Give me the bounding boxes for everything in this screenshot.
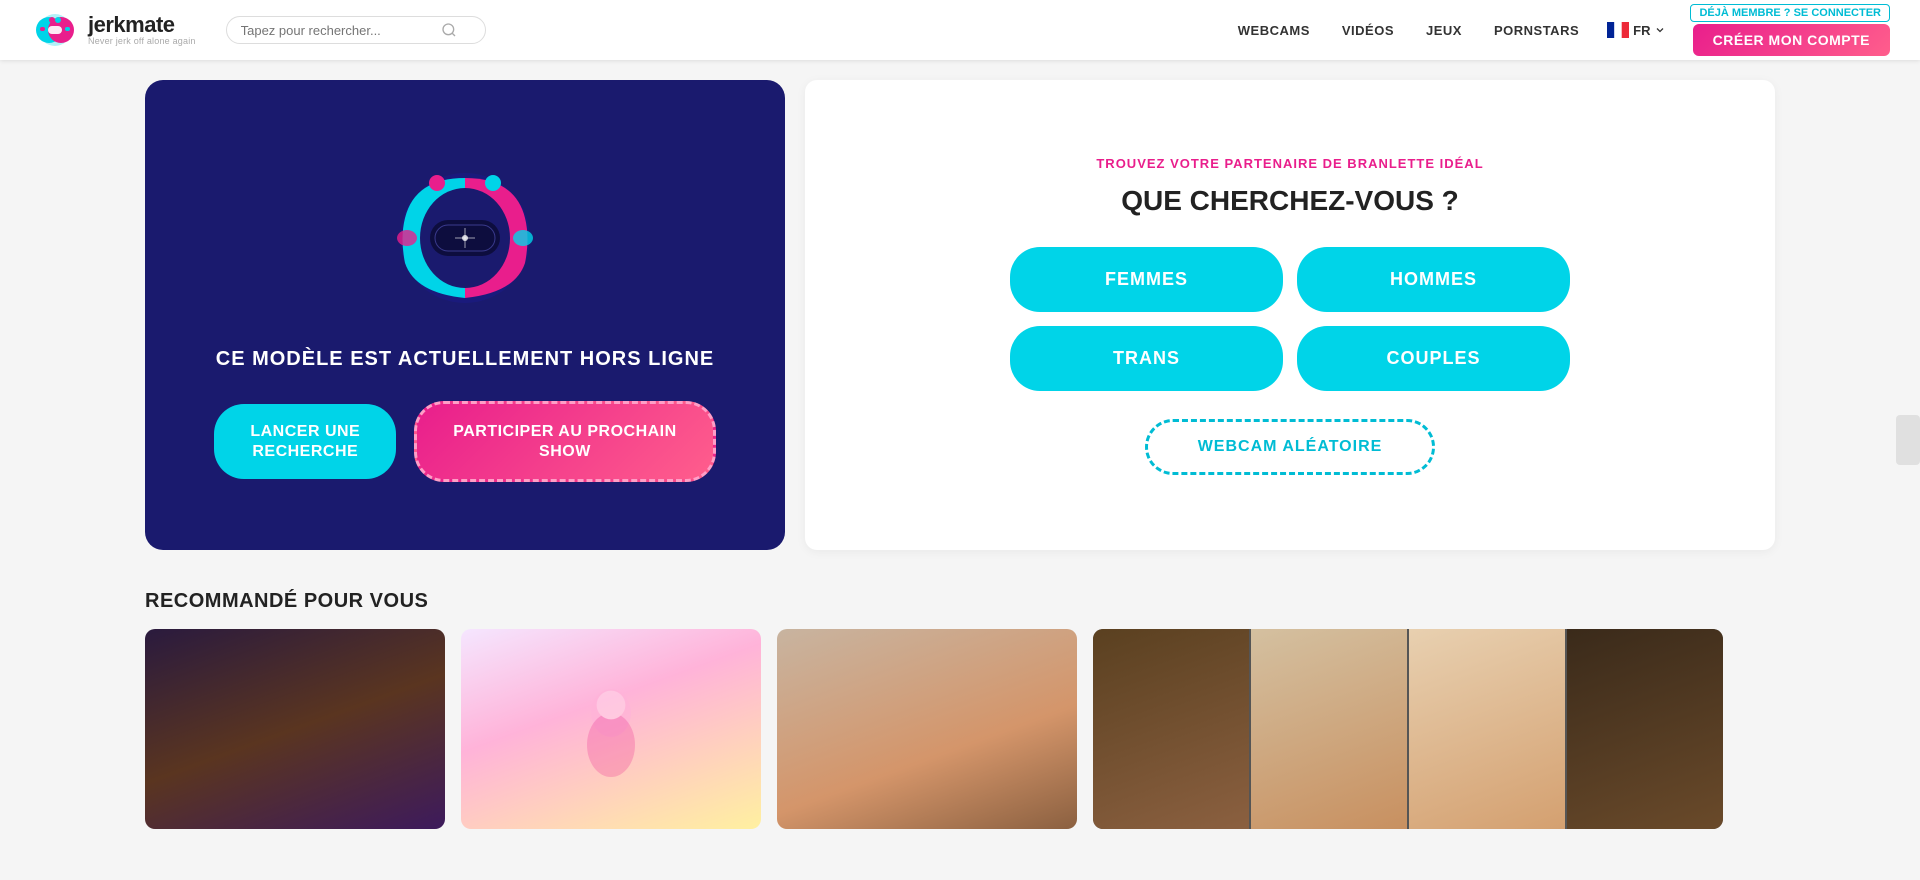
offline-message: CE MODÈLE EST ACTUELLEMENT HORS LIGNE: [216, 348, 715, 371]
hero-buttons: LANCER UNERECHERCHE PARTICIPER AU PROCHA…: [214, 401, 715, 481]
rec-card-1[interactable]: [145, 629, 445, 829]
login-link[interactable]: DÉJÀ MEMBRE ? SE CONNECTER: [1690, 4, 1890, 22]
search-input[interactable]: [241, 23, 441, 38]
rec-card-multi[interactable]: [1093, 629, 1723, 829]
hero-panel: CE MODÈLE EST ACTUELLEMENT HORS LIGNE LA…: [145, 80, 785, 550]
header: jerkmate Never jerk off alone again WEBC…: [0, 0, 1920, 60]
nav-jeux[interactable]: JEUX: [1426, 23, 1462, 38]
search-button[interactable]: LANCER UNERECHERCHE: [214, 404, 396, 478]
rec-card-2[interactable]: [461, 629, 761, 829]
main-content: CE MODÈLE EST ACTUELLEMENT HORS LIGNE LA…: [0, 60, 1920, 570]
recommended-grid: [145, 629, 1775, 829]
flag-icon: [1607, 22, 1629, 38]
category-couples[interactable]: COUPLES: [1297, 326, 1570, 391]
main-nav: WEBCAMS VIDÉOS JEUX PORNSTARS: [1238, 23, 1579, 38]
search-icon: [441, 22, 457, 38]
nav-pornstars[interactable]: PORNSTARS: [1494, 23, 1579, 38]
logo-subtitle: Never jerk off alone again: [88, 37, 196, 47]
find-label: TROUVEZ VOTRE PARTENAIRE DE BRANLETTE ID…: [1096, 156, 1483, 171]
recommended-title: RECOMMANDÉ POUR VOUS: [145, 590, 1775, 613]
chevron-down-icon: [1654, 24, 1666, 36]
question-label: QUE CHERCHEZ-VOUS ?: [1121, 185, 1459, 217]
logo: jerkmate Never jerk off alone again: [30, 12, 196, 48]
logo-icon: [30, 12, 80, 48]
search-bar[interactable]: [226, 16, 486, 44]
category-femmes[interactable]: FEMMES: [1010, 247, 1283, 312]
nav-videos[interactable]: VIDÉOS: [1342, 23, 1394, 38]
rec-card-3[interactable]: [777, 629, 1077, 829]
logo-title: jerkmate: [88, 13, 196, 37]
category-grid: FEMMES HOMMES TRANS COUPLES: [1010, 247, 1570, 391]
recommended-section: RECOMMANDÉ POUR VOUS: [0, 570, 1920, 829]
header-auth: DÉJÀ MEMBRE ? SE CONNECTER CRÉER MON COM…: [1690, 4, 1890, 56]
random-webcam-button[interactable]: WEBCAM ALÉATOIRE: [1145, 419, 1436, 475]
language-selector[interactable]: FR: [1607, 22, 1666, 38]
join-show-button[interactable]: PARTICIPER AU PROCHAINSHOW: [414, 401, 715, 481]
scrollbar[interactable]: [1896, 415, 1920, 465]
logo-text: jerkmate Never jerk off alone again: [88, 13, 196, 47]
robot-svg: [365, 148, 565, 328]
signup-button[interactable]: CRÉER MON COMPTE: [1693, 24, 1890, 56]
category-trans[interactable]: TRANS: [1010, 326, 1283, 391]
nav-webcams[interactable]: WEBCAMS: [1238, 23, 1310, 38]
robot-illustration: [365, 148, 565, 328]
lang-label: FR: [1633, 23, 1650, 38]
category-hommes[interactable]: HOMMES: [1297, 247, 1570, 312]
selector-panel: TROUVEZ VOTRE PARTENAIRE DE BRANLETTE ID…: [805, 80, 1775, 550]
